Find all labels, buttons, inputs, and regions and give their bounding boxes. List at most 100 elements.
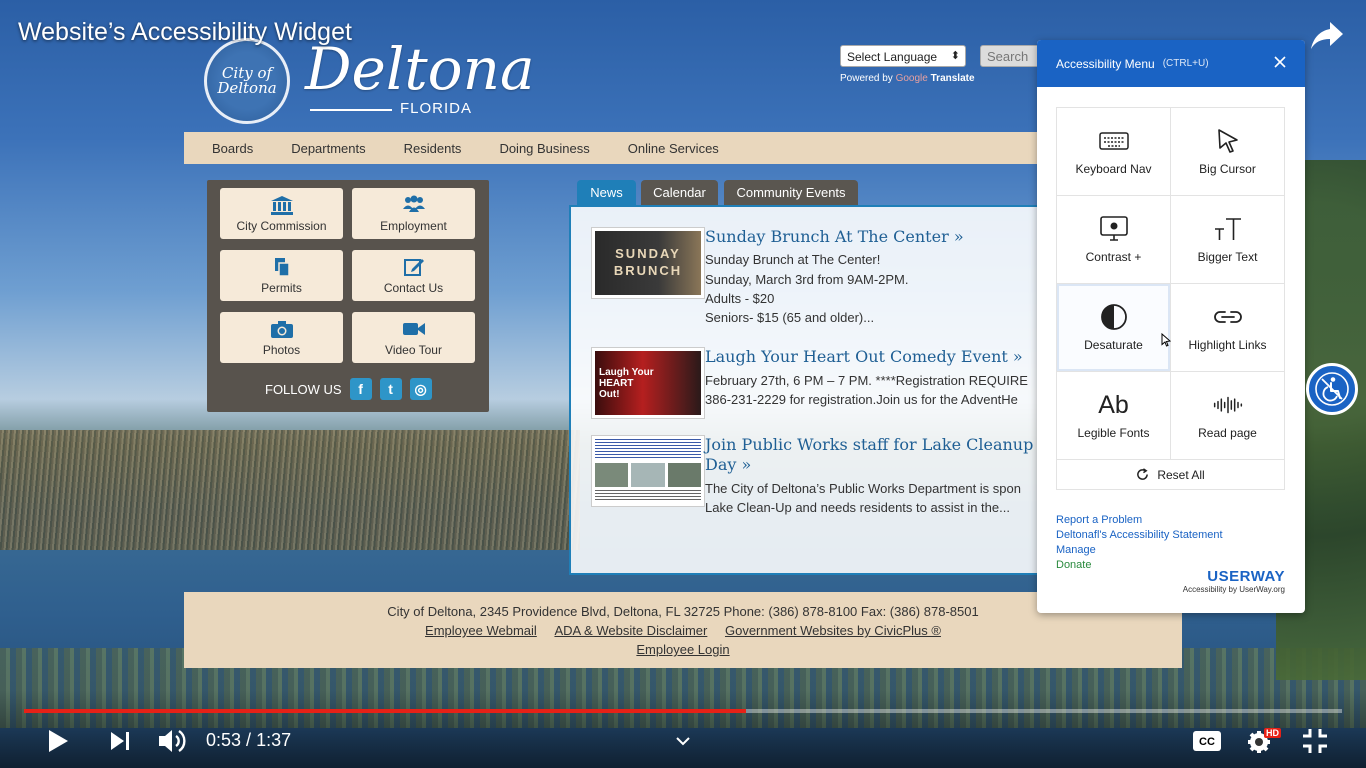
nav-item-departments[interactable]: Departments: [291, 141, 365, 156]
language-select[interactable]: Select Language ⬍: [840, 45, 966, 67]
quick-link-city-commission[interactable]: City Commission: [220, 188, 343, 239]
play-button[interactable]: [46, 726, 70, 756]
follow-us-label: FOLLOW US: [265, 381, 342, 397]
quick-link-contact-us[interactable]: Contact Us: [352, 250, 475, 301]
nav-item-doing-business[interactable]: Doing Business: [499, 141, 589, 156]
tile-read-page[interactable]: Read page: [1171, 372, 1285, 460]
seal-text: City of Deltona: [217, 64, 277, 97]
follow-us: FOLLOW US f t ◎: [265, 378, 432, 400]
tile-label: Legible Fonts: [1077, 426, 1150, 440]
tile-desaturate[interactable]: Desaturate: [1057, 284, 1171, 372]
userway-logo: USERWAY: [1207, 568, 1285, 585]
time-separator: /: [241, 730, 257, 750]
userway-tagline: Accessibility by UserWay.org: [1182, 585, 1285, 594]
news-excerpt-line: The City of Deltona’s Public Works Depar…: [705, 481, 1021, 496]
footer-link-employee-login[interactable]: Employee Login: [184, 642, 1182, 657]
reset-all-button[interactable]: Reset All: [1056, 459, 1285, 490]
video-title[interactable]: Website’s Accessibility Widget: [18, 18, 352, 47]
progress-bar[interactable]: [24, 709, 1342, 713]
news-title-link-continued[interactable]: Day »: [705, 455, 751, 474]
share-icon[interactable]: [1310, 20, 1344, 50]
keyboard-icon: [1098, 132, 1129, 150]
select-caret-icon: ⬍: [950, 50, 960, 62]
tile-label: Desaturate: [1084, 338, 1143, 352]
quick-link-label: Contact Us: [383, 280, 444, 295]
news-thumbnail[interactable]: [591, 435, 705, 507]
link-donate[interactable]: Donate: [1056, 559, 1091, 571]
people-icon: [402, 195, 425, 212]
tab-community-events[interactable]: Community Events: [724, 180, 858, 205]
nav-item-residents[interactable]: Residents: [404, 141, 462, 156]
footer-link-civicplus[interactable]: Government Websites by CivicPlus ®: [725, 623, 941, 638]
time-total: 1:37: [256, 730, 292, 750]
news-excerpt-line: Seniors- $15 (65 and older)...: [705, 310, 875, 325]
city-seal-logo[interactable]: City of Deltona: [204, 38, 290, 124]
sound-wave-icon: [1213, 396, 1242, 414]
powered-suffix[interactable]: Translate: [931, 73, 975, 84]
quick-link-label: Permits: [261, 280, 302, 295]
tile-legible-fonts[interactable]: Ab Legible Fonts: [1057, 372, 1171, 460]
tile-label: Read page: [1198, 426, 1257, 440]
tile-big-cursor[interactable]: Big Cursor: [1171, 108, 1285, 196]
tile-keyboard-nav[interactable]: Keyboard Nav: [1057, 108, 1171, 196]
exit-fullscreen-button[interactable]: [1302, 726, 1328, 756]
quick-link-employment[interactable]: Employment: [352, 188, 475, 239]
quick-link-label: Photos: [262, 342, 301, 357]
quick-link-label: City Commission: [236, 218, 327, 233]
news-thumbnail-text: Laugh Your HEART Out!: [599, 366, 654, 400]
accessibility-menu-header: Accessibility Menu (CTRL+U): [1037, 40, 1305, 87]
volume-button[interactable]: [157, 726, 189, 756]
news-title-link[interactable]: Laugh Your Heart Out Comedy Event »: [705, 347, 1023, 366]
text-size-icon: [1214, 218, 1241, 240]
logo-state: FLORIDA: [400, 100, 473, 117]
quick-link-video-tour[interactable]: Video Tour: [352, 312, 475, 363]
accessibility-toggle-button[interactable]: [1306, 363, 1358, 415]
logo-divider: [310, 109, 392, 111]
accessibility-tiles: Keyboard Nav Big Cursor Contrast + Bigge…: [1056, 107, 1285, 460]
logo-name[interactable]: Deltona: [305, 40, 535, 98]
tab-calendar[interactable]: Calendar: [641, 180, 718, 205]
powered-by-translate: Powered by Google Translate: [840, 73, 975, 84]
settings-button[interactable]: HD: [1246, 726, 1281, 756]
userway-branding[interactable]: USERWAY Accessibility by UserWay.org: [1183, 568, 1285, 594]
news-title-link[interactable]: Join Public Works staff for Lake Cleanup…: [705, 435, 1047, 454]
quick-link-permits[interactable]: Permits: [220, 250, 343, 301]
tile-label: Highlight Links: [1188, 338, 1267, 352]
news-title-link[interactable]: Sunday Brunch At The Center »: [705, 227, 964, 246]
accessibility-menu-shortcut: (CTRL+U): [1162, 58, 1209, 69]
svg-text:CC: CC: [1199, 736, 1215, 748]
news-excerpt-line: 386-231-2229 for registration.Join us fo…: [705, 392, 1018, 407]
link-manage[interactable]: Manage: [1056, 544, 1096, 556]
news-thumbnail[interactable]: SUNDAY BRUNCH: [591, 227, 705, 299]
tile-highlight-links[interactable]: Highlight Links: [1171, 284, 1285, 372]
tile-label: Keyboard Nav: [1075, 162, 1152, 176]
captions-icon: CC: [1193, 731, 1221, 751]
quick-link-photos[interactable]: Photos: [220, 312, 343, 363]
news-thumbnail[interactable]: Laugh Your HEART Out!: [591, 347, 705, 419]
twitter-icon[interactable]: t: [379, 378, 402, 400]
instagram-icon[interactable]: ◎: [409, 378, 432, 400]
news-excerpt-line: Sunday, March 3rd from 9AM-2PM.: [705, 272, 909, 287]
volume-icon: [159, 730, 186, 752]
link-report-problem[interactable]: Report a Problem: [1056, 514, 1142, 526]
facebook-icon[interactable]: f: [349, 378, 372, 400]
close-icon[interactable]: [1273, 55, 1287, 69]
footer-link-ada[interactable]: ADA & Website Disclaimer: [554, 623, 707, 638]
exit-fullscreen-icon: [1303, 729, 1327, 753]
reset-all-label: Reset All: [1157, 467, 1205, 482]
next-icon: [111, 732, 129, 750]
footer-link-webmail[interactable]: Employee Webmail: [425, 623, 537, 638]
building-icon: [270, 195, 293, 215]
tile-bigger-text[interactable]: Bigger Text: [1171, 196, 1285, 284]
cursor-icon: [1217, 129, 1238, 153]
captions-button[interactable]: CC: [1192, 726, 1222, 756]
chapters-chevron[interactable]: [675, 726, 691, 756]
nav-item-online-services[interactable]: Online Services: [628, 141, 719, 156]
nav-item-boards[interactable]: Boards: [212, 141, 253, 156]
link-accessibility-statement[interactable]: Deltonafl's Accessibility Statement: [1056, 529, 1223, 541]
tab-news[interactable]: News: [577, 180, 636, 205]
play-icon: [49, 730, 68, 752]
next-button[interactable]: [108, 726, 132, 756]
news-excerpt-line: Lake Clean-Up and needs residents to ass…: [705, 500, 1010, 515]
tile-contrast[interactable]: Contrast +: [1057, 196, 1171, 284]
